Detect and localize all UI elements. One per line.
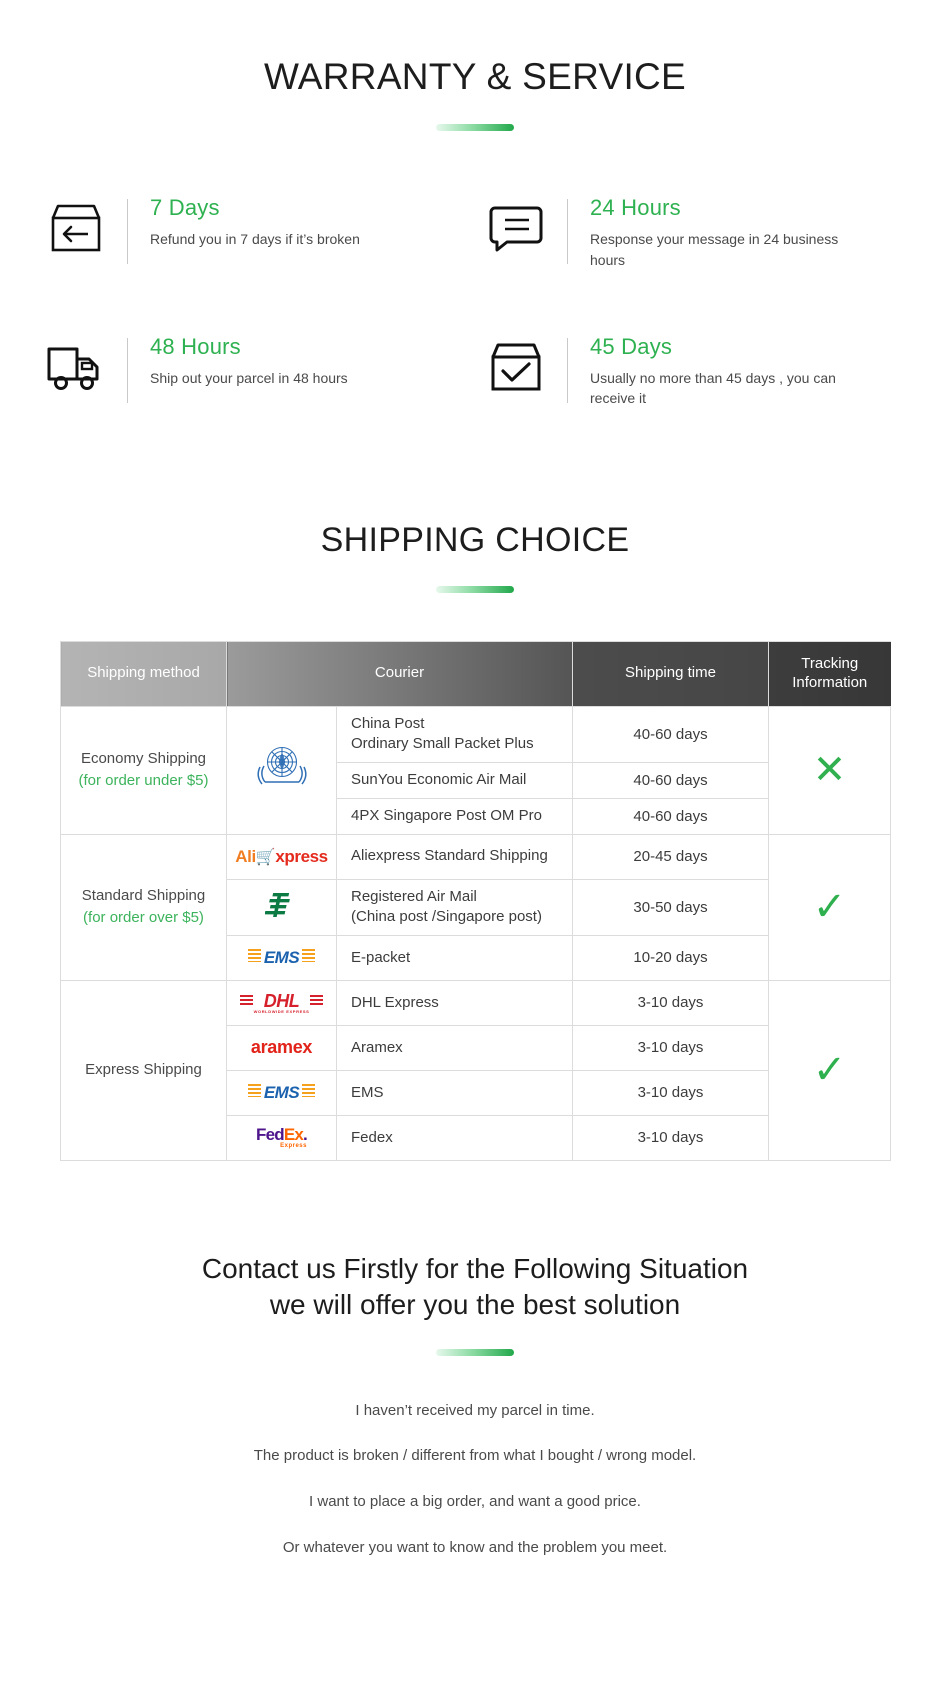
cell-tracking-standard: ✓ [768, 833, 891, 981]
cell-carrier: E-packet [336, 934, 573, 981]
situation-item: The product is broken / different from w… [253, 1447, 697, 1465]
cell-time: 40-60 days [572, 797, 769, 835]
feature-title: 48 Hours [150, 333, 241, 359]
cell-tracking-economy: ✕ [768, 705, 891, 835]
situation-item: Or whatever you want to know and the pro… [282, 1538, 668, 1556]
feature-45-days: 45 Days Usually no more than 45 days , y… [485, 332, 905, 409]
cell-tracking-express: ✓ [768, 979, 891, 1161]
carrier-line1: China Post [351, 714, 425, 732]
cell-time: 40-60 days [572, 762, 769, 799]
title-underline-2 [436, 585, 514, 593]
cell-logo-fedex: FedEx. Express [226, 1114, 337, 1161]
method-name: Standard Shipping [81, 886, 206, 904]
cell-time: 40-60 days [572, 705, 769, 764]
carrier-line2: (China post /Singapore post) [351, 908, 542, 926]
ems-logo: EMS [247, 1076, 316, 1110]
col-header-tracking-information: Tracking Information [768, 640, 891, 707]
feature-divider [127, 337, 128, 403]
cell-carrier: Aliexpress Standard Shipping [336, 833, 573, 880]
table-row: Economy Shipping (for order under $5) Ch… [60, 705, 891, 835]
cell-time: 10-20 days [572, 934, 769, 981]
cell-carrier: DHL Express [336, 979, 573, 1026]
col-header-courier: Courier [226, 640, 573, 707]
cross-icon: ✕ [812, 748, 847, 793]
cell-logo-aramex: aramex [226, 1024, 337, 1071]
box-return-icon [45, 199, 107, 257]
fedex-logo: FedEx. Express [256, 1125, 308, 1150]
box-check-icon [485, 338, 547, 396]
cell-carrier: China Post Ordinary Small Packet Plus [336, 705, 573, 764]
feature-divider [127, 199, 128, 264]
feature-7-days: 7 Days Refund you in 7 days if it’s brok… [45, 193, 465, 270]
dhl-logo: DHL WORLDWIDE EXPRESS [239, 986, 324, 1020]
col-header-shipping-time: Shipping time [572, 640, 769, 707]
warranty-shipping-page: WARRANTY & SERVICE 7 Days Refund you in … [0, 0, 950, 1703]
cell-logo-ems: EMS [226, 934, 337, 981]
aramex-logo: aramex [250, 1037, 313, 1058]
feature-title: 7 Days [150, 195, 220, 220]
cell-carrier: 4PX Singapore Post OM Pro [336, 797, 573, 835]
feature-desc: Usually no more than 45 days , you can r… [590, 370, 836, 407]
table-row: Express Shipping DHL WORLDWIDE EXPRESS D… [60, 979, 891, 1161]
truck-icon [45, 338, 107, 396]
cell-time: 3-10 days [572, 1024, 769, 1071]
carrier-line1: Registered Air Mail [351, 887, 477, 905]
cell-carrier: Fedex [336, 1114, 573, 1161]
contact-situations: I haven’t received my parcel in time. Th… [0, 1400, 950, 1559]
feature-divider [567, 199, 568, 264]
method-name: Economy Shipping [80, 749, 207, 767]
feature-desc: Response your message in 24 business hou… [590, 231, 839, 268]
warranty-features: 7 Days Refund you in 7 days if it’s brok… [45, 193, 905, 409]
table-header-row: Shipping method Courier Shipping time Tr… [60, 640, 891, 707]
ems-logo: EMS [247, 941, 316, 975]
cell-carrier: SunYou Economic Air Mail [336, 762, 573, 799]
tracking-label-line2: Information [792, 673, 868, 691]
shipping-title: SHIPPING CHOICE [320, 520, 630, 559]
cell-time: 3-10 days [572, 979, 769, 1026]
china-post-logo [264, 888, 299, 922]
cell-method-express: Express Shipping [60, 979, 227, 1161]
situation-item: I haven’t received my parcel in time. [355, 1401, 595, 1419]
tracking-label-line1: Tracking [801, 655, 859, 673]
cell-carrier: Registered Air Mail (China post /Singapo… [336, 878, 573, 936]
feature-title: 24 Hours [590, 195, 681, 220]
contact-heading-line1: Contact us Firstly for the Following Sit… [201, 1252, 749, 1284]
contact-heading-line2: we will offer you the best solution [269, 1288, 681, 1320]
cell-logo-dhl: DHL WORLDWIDE EXPRESS [226, 979, 337, 1026]
aliexpress-logo: Ali 🛒 xpress [235, 846, 328, 866]
warranty-title: WARRANTY & SERVICE [263, 56, 687, 97]
method-name: Express Shipping [85, 1061, 202, 1079]
feature-title: 45 Days [590, 333, 673, 359]
speech-bubble-icon [485, 199, 547, 257]
cell-carrier: Aramex [336, 1024, 573, 1071]
cell-logo-china-post [226, 878, 337, 936]
method-note: (for order under $5) [78, 772, 209, 790]
table-row: Standard Shipping (for order over $5) Al… [60, 833, 891, 981]
carrier-line2: Ordinary Small Packet Plus [351, 735, 534, 753]
title-underline-1 [436, 124, 514, 131]
cell-time: 20-45 days [572, 833, 769, 880]
check-icon: ✓ [812, 885, 847, 930]
feature-desc: Refund you in 7 days if it’s broken [150, 231, 360, 248]
cell-time: 30-50 days [572, 878, 769, 936]
method-note: (for order over $5) [83, 909, 204, 927]
cell-time: 3-10 days [572, 1114, 769, 1161]
cell-logo-aliexpress: Ali 🛒 xpress [226, 833, 337, 880]
cell-logo-un [226, 705, 337, 835]
shipping-table: Shipping method Courier Shipping time Tr… [60, 640, 891, 1161]
cell-logo-ems-2: EMS [226, 1069, 337, 1116]
check-icon: ✓ [812, 1048, 847, 1093]
feature-desc: Ship out your parcel in 48 hours [150, 370, 348, 387]
feature-divider [567, 337, 568, 403]
situation-item: I want to place a big order, and want a … [309, 1493, 641, 1511]
un-logo [254, 747, 310, 785]
cell-carrier: EMS [336, 1069, 573, 1116]
cell-time: 3-10 days [572, 1069, 769, 1116]
feature-24-hours: 24 Hours Response your message in 24 bus… [485, 193, 905, 270]
col-header-shipping-method: Shipping method [60, 640, 227, 707]
feature-48-hours: 48 Hours Ship out your parcel in 48 hour… [45, 332, 465, 409]
cell-method-economy: Economy Shipping (for order under $5) [60, 705, 227, 835]
cell-method-standard: Standard Shipping (for order over $5) [60, 833, 227, 981]
title-underline-3 [436, 1348, 514, 1356]
